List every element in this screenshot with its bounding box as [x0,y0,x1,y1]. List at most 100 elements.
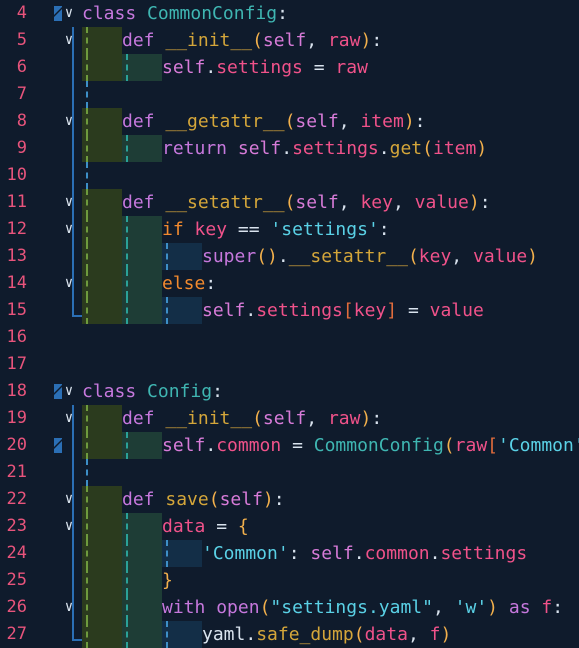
git-change-marker-icon [54,384,62,399]
code-line[interactable]: 11 ∨ def __setattr__(self, key, value): [0,189,579,216]
code-line[interactable]: 14 ∨ else: [0,270,579,297]
fold-chevron-icon[interactable]: ∨ [63,405,75,432]
code-token: { [237,516,249,537]
indent-level-2 [122,567,162,594]
code-line[interactable]: 21 [0,459,579,486]
code-token: ) [440,624,452,645]
code-token: = [205,516,238,537]
code-text[interactable]: class Config: [82,378,223,405]
code-line[interactable]: 27 yaml.safe_dump(data, f) [0,621,579,648]
code-line[interactable]: 17 [0,351,579,378]
fold-chevron-icon[interactable]: ∨ [63,486,75,513]
code-text[interactable]: super().__setattr__(key, value) [202,243,538,270]
code-text[interactable]: self.common = CommonConfig(raw['Common']… [162,432,579,459]
code-token: = [397,300,430,321]
code-token: key [353,300,387,321]
fold-chevron-icon[interactable]: ∨ [63,27,75,54]
code-token: ( [443,435,455,456]
code-line[interactable]: 10 [0,162,579,189]
fold-chevron-icon[interactable]: ∨ [63,0,75,27]
fold-chevron-icon[interactable]: ∨ [63,108,75,135]
code-token: = [302,57,336,78]
indent-level-2 [122,513,162,540]
line-number: 23 [6,516,27,536]
indent-level-1 [82,243,122,270]
code-token: : [414,111,426,132]
code-token: data [364,624,408,645]
indent-level-2 [122,594,162,621]
code-text[interactable]: self.settings[key] = value [202,297,484,324]
code-text[interactable]: self.settings = raw [162,54,368,81]
code-text[interactable]: if key == 'settings': [162,216,390,243]
code-text[interactable]: def __init__(self, raw): [122,27,382,54]
code-line[interactable]: 4 ∨ class CommonConfig: [0,0,579,27]
code-line[interactable]: 20 self.common = CommonConfig(raw['Common… [0,432,579,459]
line-number: 25 [6,570,27,590]
code-token: ( [252,408,263,429]
code-line[interactable]: 26 ∨ with open("settings.yaml", 'w') as f: [0,594,579,621]
code-token: with [162,597,206,618]
indent-level-1 [82,27,122,54]
fold-chevron-icon[interactable]: ∨ [63,594,75,621]
code-line[interactable]: 23 ∨ data = { [0,513,579,540]
code-token: raw [454,435,488,456]
code-token: . [245,300,257,321]
code-token: ) [527,246,539,267]
code-line[interactable]: 16 [0,324,579,351]
code-token: self [262,30,307,51]
indent-guide [126,540,128,567]
code-text[interactable]: def __init__(self, raw): [122,405,382,432]
code-text[interactable]: def __setattr__(self, key, value): [122,189,491,216]
code-text[interactable]: data = { [162,513,249,540]
fold-chevron-icon[interactable]: ∨ [63,189,75,216]
code-text[interactable]: yaml.safe_dump(data, f) [202,621,451,648]
code-line[interactable]: 19 ∨ def __init__(self, raw): [0,405,579,432]
code-token: ) [403,111,415,132]
code-text[interactable]: 'Common': self.common.settings [202,540,527,567]
fold-chevron-icon[interactable]: ∨ [63,270,75,297]
code-text[interactable]: class CommonConfig: [82,0,288,27]
code-line[interactable]: 9 return self.settings.get(item) [0,135,579,162]
code-line[interactable]: 12 ∨ if key == 'settings': [0,216,579,243]
code-line[interactable]: 18 ∨ class Config: [0,378,579,405]
code-line[interactable]: 5 ∨ def __init__(self, raw): [0,27,579,54]
indent-guide [86,594,88,621]
code-token: == [227,219,271,240]
code-line[interactable]: 24 'Common': self.common.settings [0,540,579,567]
line-number: 8 [16,111,27,131]
code-line[interactable]: 13 super().__setattr__(key, value) [0,243,579,270]
code-token: , [451,246,473,267]
code-text[interactable]: with open("settings.yaml", 'w') as f: [162,594,563,621]
indent-level-1 [82,216,122,243]
line-number: 19 [6,408,27,428]
code-token: 'settings' [270,219,379,240]
code-text[interactable]: def __getattr__(self, item): [122,108,426,135]
indent-level-1 [82,621,122,648]
code-token: settings [216,57,303,78]
code-token: def [122,30,155,51]
code-line[interactable]: 6 self.settings = raw [0,54,579,81]
code-line[interactable]: 25} [0,567,579,594]
code-line[interactable]: 8 ∨ def __getattr__(self, item): [0,108,579,135]
fold-chevron-icon[interactable]: ∨ [63,513,75,540]
indent-guide [126,270,128,297]
code-line[interactable]: 15 self.settings[key] = value [0,297,579,324]
code-text[interactable]: else: [162,270,216,297]
line-number: 22 [6,489,27,509]
code-token: ] [386,300,398,321]
indent-level-3 [162,540,202,567]
indent-guide [86,108,88,135]
fold-chevron-icon[interactable]: ∨ [63,378,75,405]
indent-guide [126,621,128,648]
code-token: common [364,543,430,564]
fold-chevron-icon[interactable]: ∨ [63,216,75,243]
code-editor[interactable]: 4 ∨ class CommonConfig: 5 ∨ def __init__(self… [0,0,579,648]
code-token: ) [360,408,372,429]
indent-level-1 [82,270,122,297]
code-line[interactable]: 22 ∨ def save(self): [0,486,579,513]
code-text[interactable]: def save(self): [122,486,285,513]
code-text[interactable]: } [162,567,173,594]
code-line[interactable]: 7 [0,81,579,108]
code-text[interactable]: return self.settings.get(item) [162,135,487,162]
